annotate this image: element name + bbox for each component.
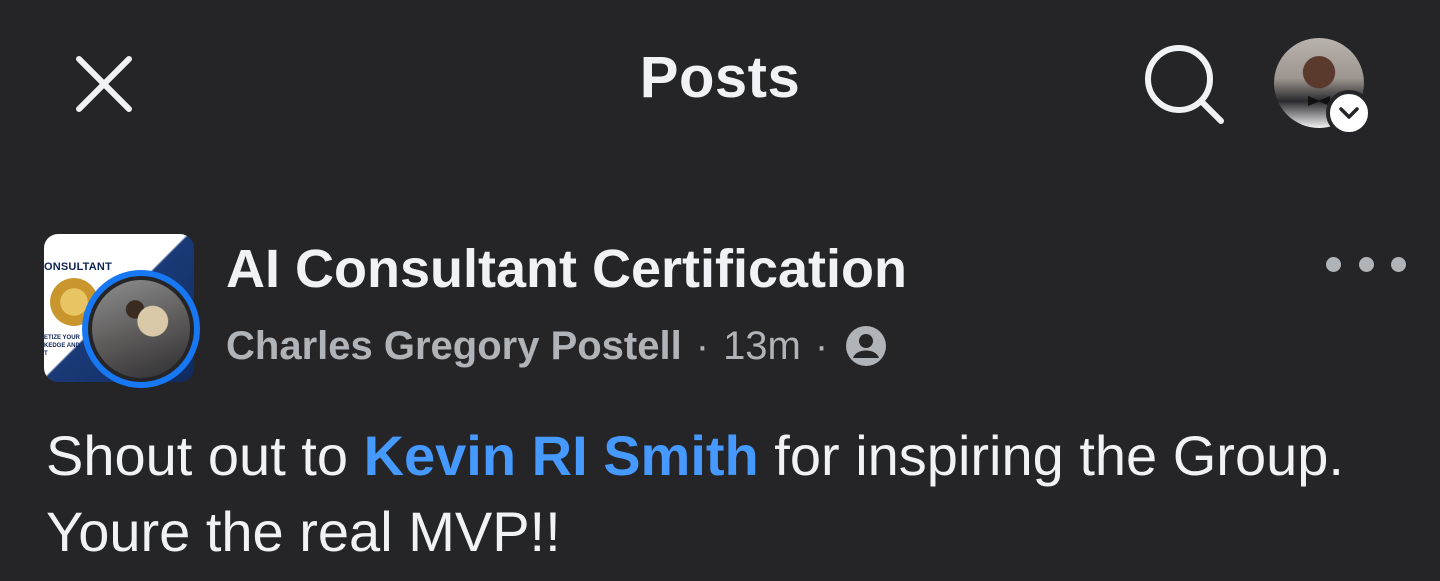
members-icon [844,324,888,368]
more-options-button[interactable] [1326,244,1406,284]
group-name-link[interactable]: AI Consultant Certification [226,238,907,300]
author-avatar [88,276,194,382]
author-avatar-ring [82,270,200,388]
more-options-icon [1391,256,1406,272]
more-options-icon [1358,256,1374,272]
more-options-icon [1326,256,1341,272]
profile-chevron-badge [1326,90,1372,136]
post-text: Shout out to Kevin RI Smith for inspirin… [46,418,1386,570]
meta-separator: · [695,323,710,368]
group-avatar[interactable]: ONSULTANT ETIZE YOUR KEDGE AND T [44,234,200,388]
post-meta: Charles Gregory Postell · 13m · [226,318,888,374]
profile-menu-button[interactable] [1274,38,1374,138]
group-cover-subtext: ETIZE YOUR KEDGE AND T [44,335,80,357]
search-button[interactable] [1138,38,1230,130]
search-icon [1145,45,1224,124]
chevron-down-icon [1339,107,1359,119]
meta-separator: · [814,323,829,368]
author-name-link[interactable]: Charles Gregory Postell [226,324,682,369]
posts-screen: Posts ONSULTANT ETIZE YOUR KEDGE AND T A… [0,0,1440,581]
post-time[interactable]: 13m [723,324,801,369]
group-cover-text: ONSULTANT [44,261,112,273]
post-text-prefix: Shout out to [46,424,364,487]
mention-link[interactable]: Kevin RI Smith [364,424,759,487]
